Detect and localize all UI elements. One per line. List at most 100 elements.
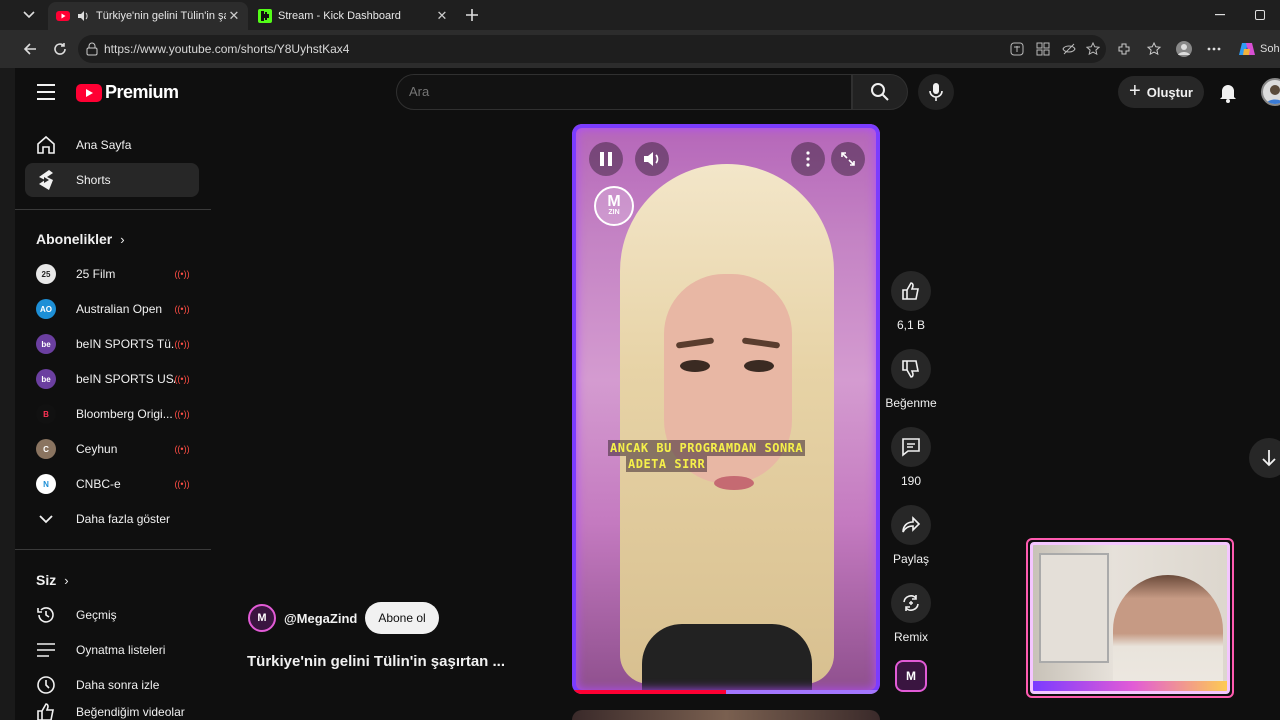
more-options-button[interactable] xyxy=(791,142,825,176)
tab-actions-menu-button[interactable] xyxy=(18,6,40,24)
share-button[interactable] xyxy=(891,505,931,545)
like-icon xyxy=(35,703,57,720)
next-short-preview[interactable] xyxy=(572,710,880,720)
favorite-star-icon[interactable] xyxy=(1084,40,1102,58)
close-tab-icon[interactable]: ✕ xyxy=(434,8,450,24)
voice-search-button[interactable] xyxy=(918,74,954,110)
chevron-down-icon xyxy=(35,508,57,530)
sidebar-item-liked-videos[interactable]: Beğendiğim videolar xyxy=(25,703,199,720)
tracking-prevention-icon[interactable] xyxy=(1060,40,1078,58)
sidebar-item-history[interactable]: Geçmiş xyxy=(25,598,199,632)
sidebar-item-label: Daha sonra izle xyxy=(76,678,160,692)
apps-icon[interactable] xyxy=(1034,40,1052,58)
browser-profile-icon[interactable] xyxy=(1175,40,1193,58)
channel-watermark-logo: M ZIN xyxy=(594,186,634,226)
sidebar-item-label: beIN SPORTS Tü... xyxy=(76,337,175,351)
guide-menu-icon[interactable] xyxy=(37,84,55,100)
sidebar-item-label: Bloomberg Origi... xyxy=(76,407,173,421)
comments-button[interactable] xyxy=(891,427,931,467)
sidebar-item-playlists[interactable]: Oynatma listeleri xyxy=(25,633,199,667)
site-info-icon[interactable] xyxy=(86,42,98,56)
short-title[interactable]: Türkiye'nin gelini Tülin'in şaşırtan ... xyxy=(247,653,505,670)
sidebar-item-cnbc-e[interactable]: N CNBC-e ((•)) xyxy=(25,467,199,501)
video-progress-bar[interactable] xyxy=(572,690,880,694)
extensions-icon[interactable] xyxy=(1115,40,1133,58)
pause-button[interactable] xyxy=(589,142,623,176)
restore-window-button[interactable] xyxy=(1250,6,1270,24)
sidebar-item-bloomberg[interactable]: B Bloomberg Origi... ((•)) xyxy=(25,397,199,431)
sidebar-item-bein-sports-usa[interactable]: be beIN SPORTS USA ((•)) xyxy=(25,362,199,396)
you-heading[interactable]: Siz › xyxy=(36,572,69,588)
channel-avatar: B xyxy=(36,404,56,424)
sidebar-item-ceyhun[interactable]: C Ceyhun ((•)) xyxy=(25,432,199,466)
dislike-button[interactable] xyxy=(891,349,931,389)
search-button[interactable] xyxy=(852,74,908,110)
sidebar-item-25-film[interactable]: 25 25 Film ((•)) xyxy=(25,257,199,291)
caption-line-1: ANCAK BU PROGRAMDAN SONRA xyxy=(608,440,806,456)
sidebar-item-bein-sports-tr[interactable]: be beIN SPORTS Tü... ((•)) xyxy=(25,327,199,361)
dislike-label: Beğenme xyxy=(885,396,937,410)
kick-favicon-icon xyxy=(258,9,272,23)
channel-avatar: C xyxy=(36,439,56,459)
browser-tab-kick[interactable]: Stream - Kick Dashboard ✕ xyxy=(250,2,456,30)
volume-button[interactable] xyxy=(635,142,669,176)
live-indicator-icon: ((•)) xyxy=(174,444,190,454)
back-button[interactable] xyxy=(20,39,40,59)
divider xyxy=(15,549,211,550)
next-short-button[interactable] xyxy=(1249,438,1280,478)
search-input[interactable] xyxy=(409,84,829,99)
fullscreen-button[interactable] xyxy=(831,142,865,176)
translate-icon[interactable] xyxy=(1008,40,1026,58)
close-tab-icon[interactable]: ✕ xyxy=(226,8,242,24)
copilot-button[interactable]: Soh xyxy=(1238,39,1280,59)
plus-icon: + xyxy=(1129,79,1141,102)
channel-name[interactable]: @MegaZind xyxy=(284,611,357,626)
remix-label: Remix xyxy=(893,630,928,644)
youtube-favicon-icon xyxy=(56,11,70,21)
sidebar-item-shorts[interactable]: Shorts xyxy=(25,163,199,197)
sidebar-item-home[interactable]: Ana Sayfa xyxy=(25,128,199,162)
reload-button[interactable] xyxy=(50,39,70,59)
webcam-person xyxy=(1113,575,1223,691)
browser-toolbar: https://www.youtube.com/shorts/Y8UyhstKa… xyxy=(0,30,1280,68)
favorites-icon[interactable] xyxy=(1145,40,1163,58)
clock-icon xyxy=(35,674,57,696)
sound-channel-avatar[interactable]: M xyxy=(895,660,927,692)
channel-avatar[interactable]: M xyxy=(248,604,276,632)
subscribe-button[interactable]: Abone ol xyxy=(365,602,439,634)
youtube-premium-logo[interactable]: Premium xyxy=(76,82,179,103)
remix-button[interactable] xyxy=(891,583,931,623)
sidebar-item-australian-open[interactable]: AO Australian Open ((•)) xyxy=(25,292,199,326)
search-box[interactable] xyxy=(396,74,852,110)
playlist-icon xyxy=(35,639,57,661)
plus-icon xyxy=(466,9,478,21)
more-menu-icon[interactable] xyxy=(1205,40,1223,58)
like-button[interactable] xyxy=(891,271,931,311)
live-indicator-icon: ((•)) xyxy=(174,479,190,489)
url-text: https://www.youtube.com/shorts/Y8UyhstKa… xyxy=(104,42,350,56)
browser-tab-youtube[interactable]: Türkiye'nin gelini Tülin'in şaşırt ✕ xyxy=(48,2,248,30)
profile-icon xyxy=(1266,85,1280,104)
notifications-bell-icon[interactable] xyxy=(1216,80,1240,104)
minimize-window-button[interactable] xyxy=(1210,6,1230,24)
address-bar[interactable]: https://www.youtube.com/shorts/Y8UyhstKa… xyxy=(78,35,1106,63)
restore-icon xyxy=(1255,10,1265,20)
show-more-button[interactable]: Daha fazla göster xyxy=(25,502,199,536)
pause-icon xyxy=(600,152,612,166)
share-label: Paylaş xyxy=(892,552,930,566)
new-tab-button[interactable] xyxy=(462,5,482,25)
expand-icon xyxy=(841,152,855,166)
history-icon xyxy=(35,604,57,626)
audio-playing-icon[interactable] xyxy=(76,9,90,23)
sidebar-item-watch-later[interactable]: Daha sonra izle xyxy=(25,668,199,702)
sidebar-item-label: CNBC-e xyxy=(76,477,121,491)
short-video-player[interactable]: M ZIN ANCAK BU PROGRAMDAN SONRA ADETA SI… xyxy=(572,124,880,694)
subscriptions-title: Abonelikler xyxy=(36,231,113,247)
comment-count: 190 xyxy=(900,474,922,488)
webcam-overlay xyxy=(1030,542,1230,694)
copilot-label: Soh xyxy=(1260,43,1280,55)
account-avatar[interactable] xyxy=(1261,78,1280,106)
create-button[interactable]: + Oluştur xyxy=(1118,76,1204,108)
subscriptions-heading[interactable]: Abonelikler › xyxy=(36,231,125,247)
browser-tab-strip: Türkiye'nin gelini Tülin'in şaşırt ✕ Str… xyxy=(0,0,1280,30)
